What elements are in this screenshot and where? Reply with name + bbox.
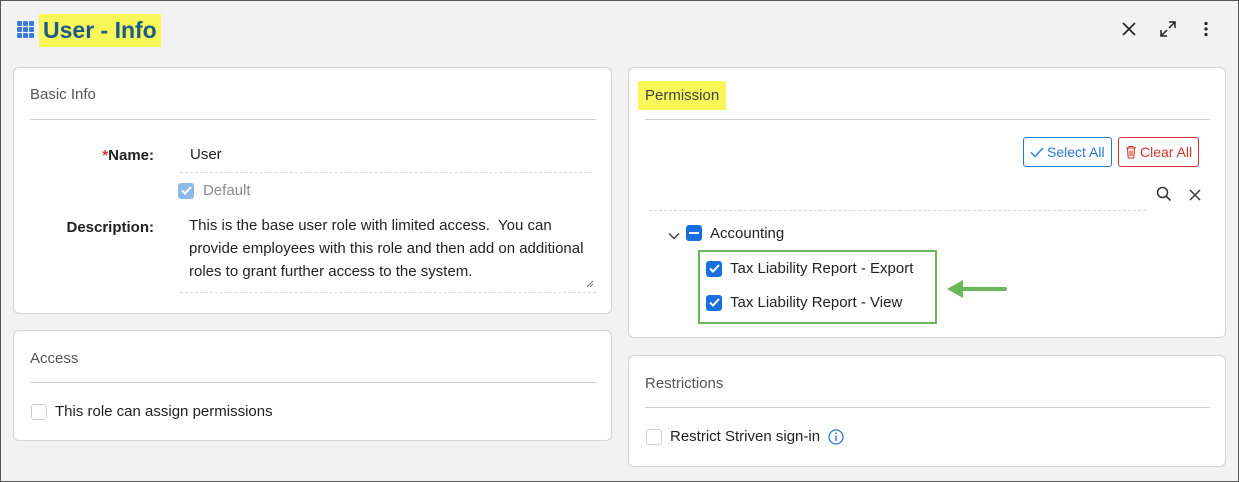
chevron-down-icon[interactable] [668,227,680,245]
description-textarea[interactable]: This is the base user role with limited … [189,214,589,286]
restrict-signin-label: Restrict Striven sign-in [670,428,821,445]
check-icon [1030,147,1044,158]
access-card: Access This role can assign permissions [13,330,612,441]
annotation-arrow-icon [947,280,1007,298]
divider [30,119,596,120]
description-field-wrap: This is the base user role with limited … [180,212,596,293]
divider [30,382,596,383]
grid-icon[interactable] [17,21,35,39]
tree-item-row: Tax Liability Report - View [706,294,902,311]
permission-title: Permission [638,81,727,110]
info-icon[interactable] [828,428,844,445]
restrictions-title: Restrictions [645,375,724,392]
name-label-text: Name: [108,147,154,164]
tree-item-checkbox[interactable] [706,260,722,277]
assign-permissions-row: This role can assign permissions [31,403,273,420]
select-all-button[interactable]: Select All [1023,137,1112,167]
clear-search-icon[interactable] [1189,188,1201,206]
restrictions-card: Restrictions Restrict Striven sign-in [628,355,1226,467]
name-value: User [190,146,222,163]
tree-group-label: Accounting [710,225,785,242]
assign-permissions-checkbox[interactable] [31,403,47,420]
default-label: Default [203,182,251,199]
tree-item-label: Tax Liability Report - Export [730,260,914,277]
accounting-checkbox[interactable] [686,225,702,241]
clear-all-label: Clear All [1140,144,1193,160]
tree-item-row: Tax Liability Report - Export [706,260,913,277]
tree-item-checkbox[interactable] [706,294,722,311]
access-title: Access [30,350,79,367]
restrict-signin-checkbox[interactable] [646,428,662,445]
search-icon[interactable] [1156,186,1172,207]
basic-info-card: Basic Info *Name: User Default Descripti… [13,67,612,314]
trash-icon [1126,145,1136,159]
permission-card: Permission Select All Clear All Accounti… [628,67,1226,338]
restrict-signin-row: Restrict Striven sign-in [646,428,844,445]
description-label: Description: [66,219,154,236]
default-checkbox-row: Default [178,182,251,199]
divider [645,407,1210,408]
tree-item-label: Tax Liability Report - View [730,294,903,311]
name-label: *Name: [74,147,154,164]
select-all-label: Select All [1047,144,1105,160]
assign-permissions-label: This role can assign permissions [55,403,273,420]
close-icon[interactable] [1117,17,1141,41]
page-title: User - Info [39,14,161,47]
clear-all-button[interactable]: Clear All [1118,137,1200,167]
default-checkbox[interactable] [178,182,194,199]
permission-search-input[interactable] [649,209,1146,211]
name-field[interactable]: User [180,138,592,173]
expand-icon[interactable] [1156,17,1180,41]
divider [645,119,1210,120]
more-vertical-icon[interactable] [1194,17,1218,41]
basic-info-title: Basic Info [30,86,96,103]
resize-handle-icon[interactable] [586,280,594,288]
